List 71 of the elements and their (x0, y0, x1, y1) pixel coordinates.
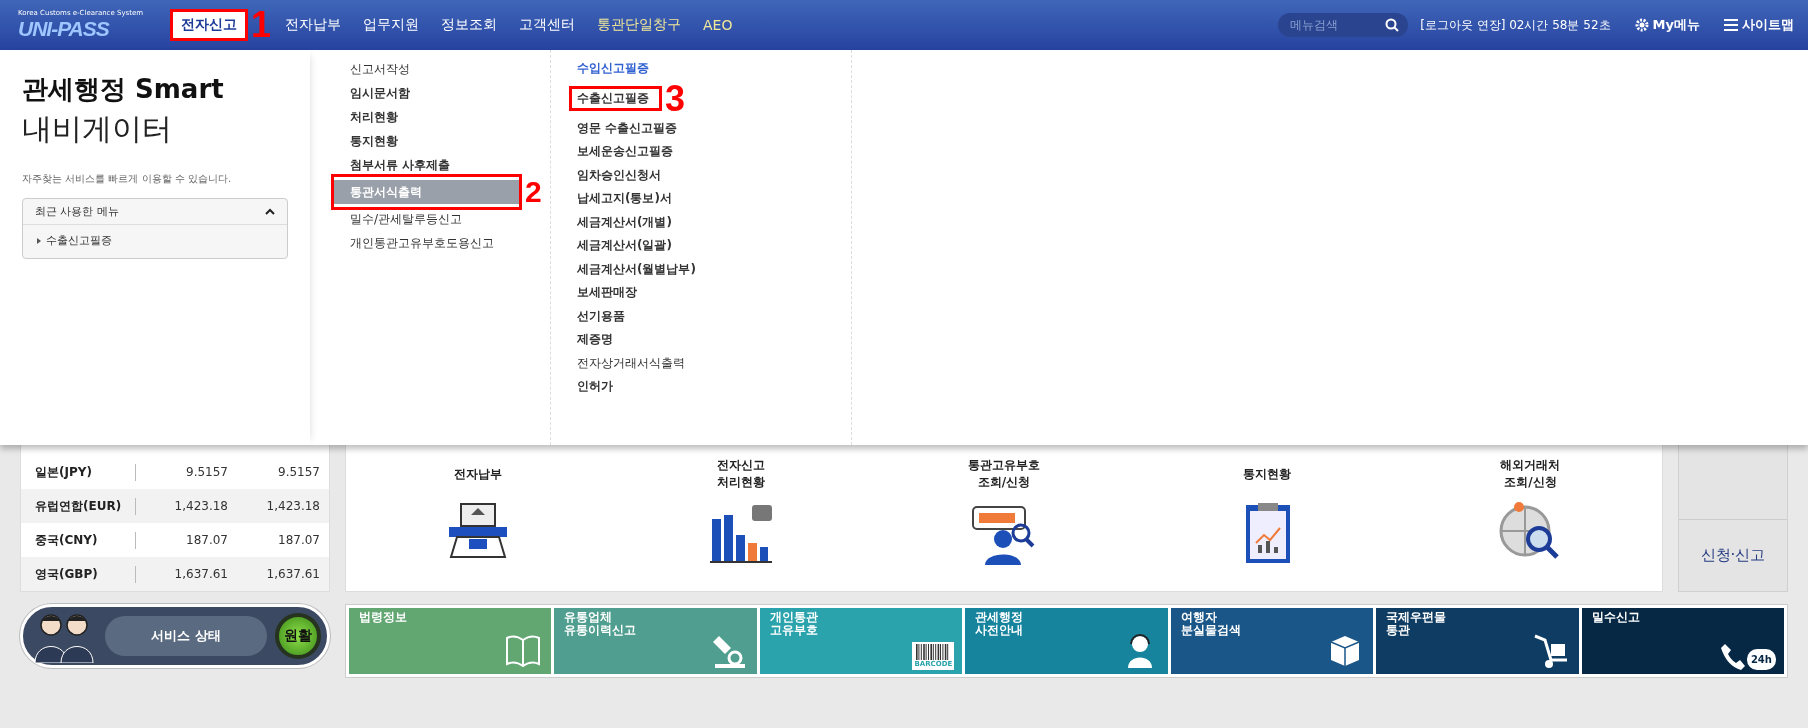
rate-value: 1,423.18 (173, 499, 228, 513)
submenu-item[interactable]: 보세판매장 (561, 281, 647, 305)
recent-menu-item[interactable]: 수출신고필증 (23, 225, 287, 258)
nav-menu-item[interactable]: 업무지원 (355, 12, 428, 38)
status-indicator: 원활 (275, 613, 321, 659)
nav-menu-item[interactable]: AEO (695, 13, 741, 37)
menu-item[interactable]: 개인통관고유부호도용신고 (334, 231, 519, 255)
submenu-item[interactable]: 제증명 (561, 328, 623, 352)
nav-menu-item[interactable]: 통관단일창구 (589, 12, 690, 38)
submenu-item[interactable]: 임차승인신청서 (561, 163, 671, 187)
submenu-item[interactable]: 보세운송신고필증 (561, 140, 683, 164)
nav-menu-item[interactable]: 전자납부 (277, 12, 350, 38)
side-tab[interactable]: 신청·신고 (1679, 519, 1787, 591)
service-tile[interactable]: 밀수신고 24h (1581, 608, 1784, 674)
submenu-item[interactable]: 선기용품 (561, 304, 635, 328)
session-timer[interactable]: [로그아웃 연장] 02시간 58분 52초 (1420, 16, 1611, 34)
my-menu-link[interactable]: My메뉴 (1634, 16, 1700, 34)
submenu-item[interactable]: 인허가 (561, 375, 623, 399)
caret-icon (37, 237, 41, 244)
quick-service-link[interactable]: 전자납부 (453, 459, 502, 489)
nav-menu-item[interactable]: 정보조회 (433, 12, 506, 38)
submenu-item[interactable]: 수출신고필증 (561, 86, 659, 111)
currency-name: 일본(JPY) (21, 463, 136, 481)
settings-icon (1634, 18, 1649, 32)
menu-item[interactable]: 통지현황 (334, 129, 519, 153)
currency-name: 중국(CNY) (21, 531, 136, 549)
rate-value: 1,423.18 (265, 499, 320, 513)
rate-value: 1,637.61 (173, 567, 228, 581)
submenu-item[interactable]: 전자상거래서식출력 (561, 351, 695, 375)
submenu-item[interactable]: 수입신고필증 (561, 57, 659, 81)
chevron-icon[interactable] (265, 208, 275, 215)
search-icon[interactable] (1385, 18, 1400, 32)
service-status-label: 서비스 상태 (105, 616, 267, 656)
nav-menu-item[interactable]: 전자신고 (173, 12, 245, 38)
nav-menu-item[interactable]: 고객센터 (511, 12, 584, 38)
menu-item[interactable]: 처리현황 (334, 105, 519, 129)
menu-item[interactable]: 임시문서함 (334, 81, 519, 105)
quick-service-link[interactable]: 통지현황 (1243, 459, 1292, 489)
submenu-item[interactable]: 세금계산서(일괄) (561, 234, 682, 258)
sitemap-link[interactable]: 사이트맵 (1724, 16, 1794, 34)
currency-name: 유럽연합(EUR) (21, 497, 136, 515)
menu-icon (1724, 19, 1738, 31)
submenu-item[interactable]: 세금계산서(월별납부) (561, 257, 706, 281)
rate-value: 9.5157 (185, 465, 228, 479)
annotation-number: 2 (525, 177, 542, 207)
quick-service-link[interactable]: 해외거래처 조회/신청 (1500, 459, 1561, 489)
navigator-description: 자주찾는 서비스를 빠르게 이용할 수 있습니다. (22, 172, 233, 186)
submenu-item[interactable]: 납세고지(통보)서 (561, 187, 682, 211)
annotation-number: 1 (251, 7, 272, 43)
navigator-subtitle: 내비게이터 (22, 110, 173, 148)
service-tile[interactable]: 관세행정 사전안내 (965, 608, 1168, 674)
quick-service-link[interactable]: 전자신고 처리현황 (716, 459, 765, 489)
quick-service-link[interactable]: 통관고유부호 조회/신청 (967, 459, 1040, 489)
annotation-number: 3 (665, 80, 686, 117)
menu-item[interactable]: 밀수/관세탈루등신고 (334, 207, 519, 231)
rate-value: 1,637.61 (265, 567, 320, 581)
rate-value: 9.5157 (277, 465, 320, 479)
menu-search-field[interactable]: 메뉴검색 (1278, 13, 1409, 37)
menu-item[interactable]: 신고서작성 (334, 57, 519, 81)
rate-value: 187.07 (185, 533, 228, 547)
recent-menu-title: 최근 사용한 메뉴 (35, 204, 119, 219)
speech-bubble-badge: 24h (1746, 649, 1776, 670)
navigator-title: 관세행정 Smart (22, 73, 225, 106)
service-tile[interactable]: 국제우편물 통관 (1376, 608, 1579, 674)
menu-item[interactable]: 첨부서류 사후제출 (334, 153, 519, 177)
currency-name: 영국(GBP) (21, 565, 136, 583)
submenu-item[interactable]: 세금계산서(개별) (561, 210, 682, 234)
rate-value: 187.07 (277, 533, 320, 547)
submenu-item[interactable]: 영문 수출신고필증 (561, 116, 688, 140)
logo[interactable]: UNI-PASS (18, 17, 153, 41)
service-tile[interactable]: 여행자 분실물검색 (1170, 608, 1374, 674)
